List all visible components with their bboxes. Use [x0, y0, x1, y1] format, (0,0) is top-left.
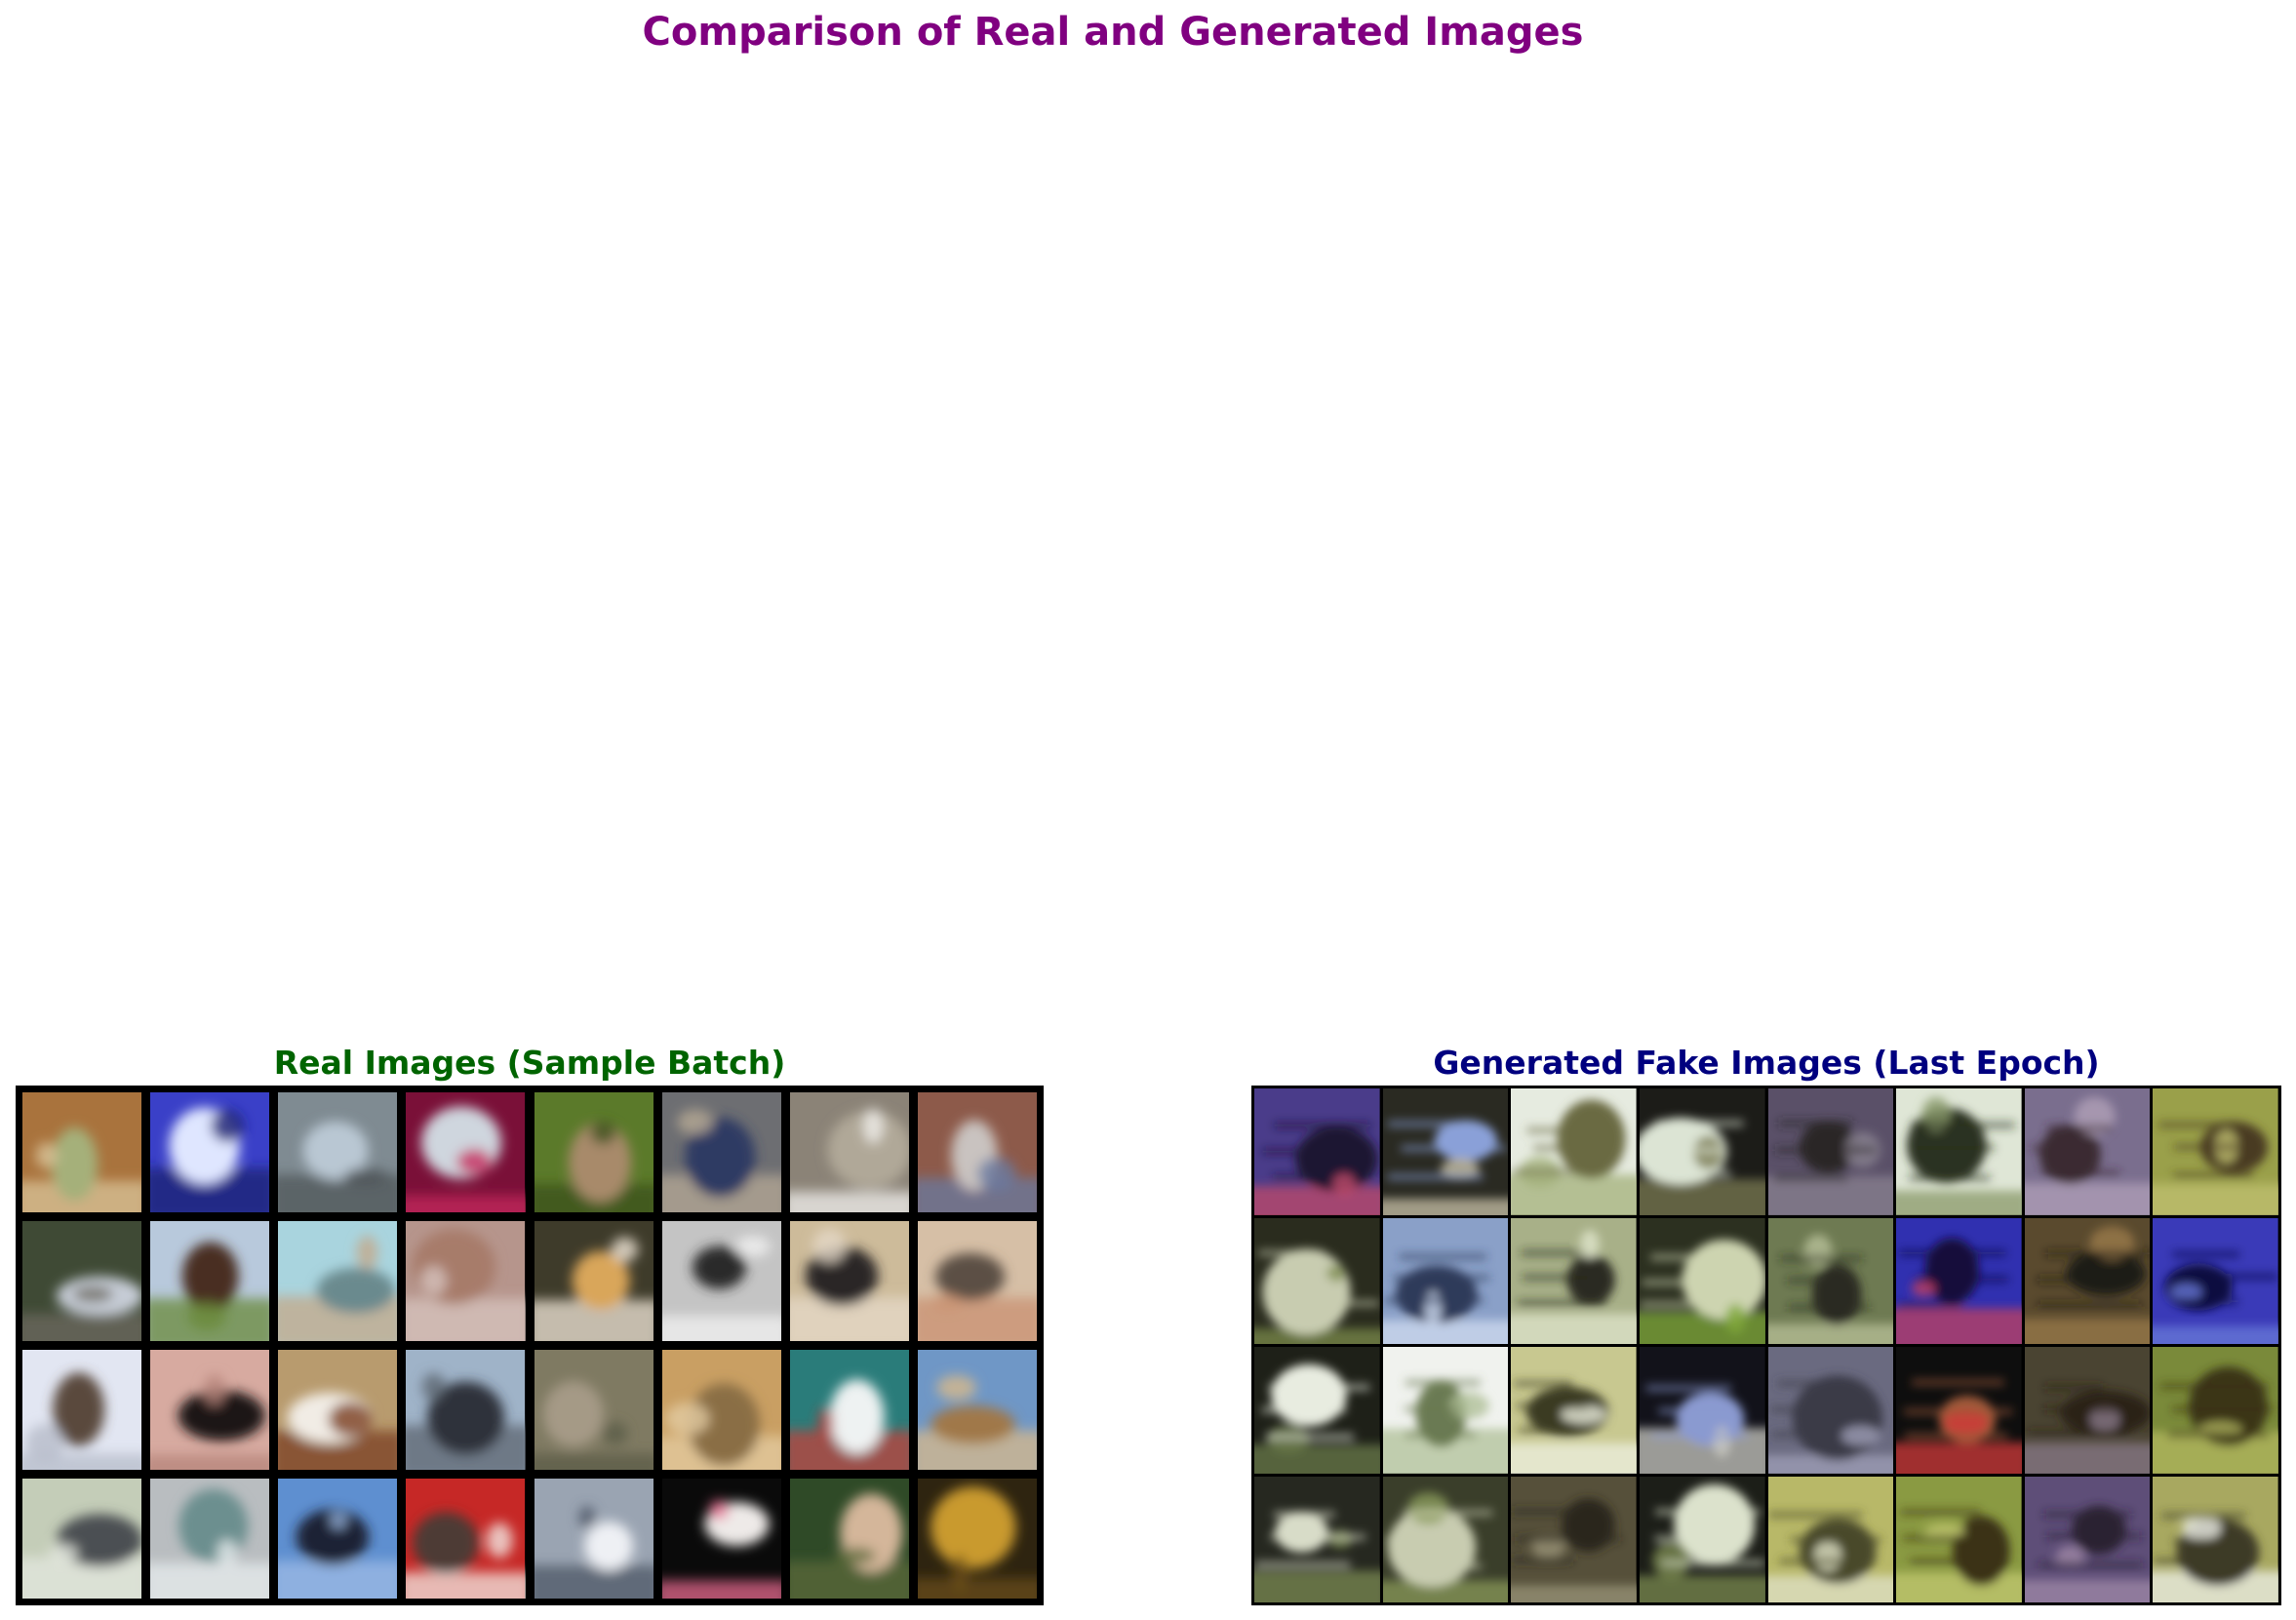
real-images-tiles	[22, 1092, 1037, 1599]
real-image-tile	[150, 1350, 270, 1470]
real-image-tile	[278, 1350, 398, 1470]
real-image-tile	[917, 1221, 1037, 1341]
real-image-tile	[534, 1350, 653, 1470]
fake-image-tile	[2024, 1088, 2151, 1215]
real-image-tile	[917, 1479, 1037, 1599]
fake-images-title: Generated Fake Images (Last Epoch)	[1433, 1044, 2100, 1082]
fake-image-tile	[1896, 1217, 2022, 1344]
fake-image-tile	[1639, 1476, 1765, 1602]
real-image-tile	[278, 1221, 398, 1341]
fake-image-tile	[1767, 1476, 1894, 1602]
real-image-tile	[22, 1092, 142, 1212]
real-image-tile	[789, 1350, 909, 1470]
fake-image-tile	[2024, 1217, 2151, 1344]
real-image-tile	[917, 1350, 1037, 1470]
real-image-tile	[534, 1479, 653, 1599]
fake-image-tile	[1511, 1476, 1637, 1602]
real-image-tile	[661, 1092, 781, 1212]
fake-image-tile	[1639, 1217, 1765, 1344]
real-image-tile	[917, 1092, 1037, 1212]
fake-image-tile	[2153, 1476, 2278, 1602]
real-image-tile	[22, 1350, 142, 1470]
fake-image-tile	[1254, 1088, 1380, 1215]
real-image-tile	[534, 1221, 653, 1341]
fake-image-tile	[2024, 1476, 2151, 1602]
real-image-tile	[789, 1221, 909, 1341]
fake-images-grid	[1251, 1086, 2281, 1605]
fake-image-tile	[1639, 1347, 1765, 1474]
real-image-tile	[22, 1479, 142, 1599]
real-image-tile	[150, 1221, 270, 1341]
fake-image-tile	[1896, 1347, 2022, 1474]
real-image-tile	[789, 1479, 909, 1599]
fake-image-tile	[1382, 1347, 1509, 1474]
real-image-tile	[406, 1092, 526, 1212]
fake-image-tile	[2153, 1347, 2278, 1474]
fake-image-tile	[2024, 1347, 2151, 1474]
real-image-tile	[278, 1479, 398, 1599]
fake-image-tile	[1896, 1088, 2022, 1215]
real-image-tile	[534, 1092, 653, 1212]
real-image-tile	[789, 1092, 909, 1212]
fake-image-tile	[1382, 1217, 1509, 1344]
real-image-tile	[661, 1479, 781, 1599]
real-image-tile	[150, 1479, 270, 1599]
fake-image-tile	[1511, 1217, 1637, 1344]
fake-image-tile	[2153, 1088, 2278, 1215]
real-image-tile	[150, 1092, 270, 1212]
fake-images-tiles	[1254, 1088, 2278, 1602]
figure-title: Comparison of Real and Generated Images	[642, 10, 1584, 55]
fake-image-tile	[1382, 1476, 1509, 1602]
fake-image-tile	[1511, 1347, 1637, 1474]
real-image-tile	[661, 1350, 781, 1470]
fake-image-tile	[1767, 1347, 1894, 1474]
real-image-tile	[406, 1350, 526, 1470]
fake-image-tile	[1254, 1476, 1380, 1602]
real-image-tile	[22, 1221, 142, 1341]
real-image-tile	[406, 1479, 526, 1599]
fake-image-tile	[1511, 1088, 1637, 1215]
fake-image-tile	[1767, 1088, 1894, 1215]
fake-image-tile	[1254, 1347, 1380, 1474]
fake-image-tile	[2153, 1217, 2278, 1344]
fake-image-tile	[1382, 1088, 1509, 1215]
real-images-title: Real Images (Sample Batch)	[273, 1044, 786, 1082]
fake-image-tile	[1767, 1217, 1894, 1344]
fake-image-tile	[1254, 1217, 1380, 1344]
real-image-tile	[661, 1221, 781, 1341]
real-image-tile	[406, 1221, 526, 1341]
fake-image-tile	[1639, 1088, 1765, 1215]
real-images-grid	[16, 1086, 1044, 1605]
real-image-tile	[278, 1092, 398, 1212]
fake-image-tile	[1896, 1476, 2022, 1602]
